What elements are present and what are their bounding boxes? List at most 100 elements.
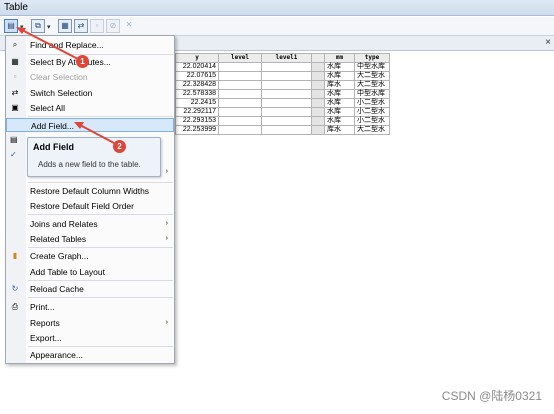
select-by-attributes-button[interactable]: ▦ xyxy=(58,19,72,33)
cell[interactable]: 水库 xyxy=(324,62,355,72)
cell[interactable]: 大二型水 xyxy=(354,125,390,135)
cell[interactable]: 22.020414 xyxy=(175,62,219,72)
cell[interactable]: 水库 xyxy=(324,71,355,81)
cell[interactable] xyxy=(218,125,262,135)
cell[interactable] xyxy=(261,107,312,117)
menu-item-find-replace[interactable]: ⌕ Find and Replace... xyxy=(6,38,174,52)
column-header[interactable]: y xyxy=(175,53,219,63)
related-tables-dropdown-icon[interactable]: ▾ xyxy=(47,23,51,31)
table-row[interactable]: 22.2415 水库 小二型水 xyxy=(175,98,390,108)
menu-item-select-all[interactable]: ▣ Select All xyxy=(6,101,174,115)
close-icon[interactable]: × xyxy=(545,36,551,50)
cell[interactable] xyxy=(311,80,325,90)
table-row[interactable]: 22.578338 水库 中型水库 xyxy=(175,89,390,99)
cell[interactable]: 22.2415 xyxy=(175,98,219,108)
menu-item-label: Joins and Relates xyxy=(30,219,98,229)
cell[interactable] xyxy=(261,116,312,126)
cell[interactable] xyxy=(218,89,262,99)
menu-item-reload-cache[interactable]: ↻ Reload Cache xyxy=(6,282,174,296)
cell[interactable] xyxy=(218,116,262,126)
delete-selected-button[interactable]: ⊘ xyxy=(106,19,120,33)
menu-item-label: Switch Selection xyxy=(30,88,93,98)
table-options-button[interactable]: ▤ xyxy=(4,19,18,33)
cell[interactable]: 22.578338 xyxy=(175,89,219,99)
cell[interactable] xyxy=(311,107,325,117)
cell[interactable] xyxy=(218,98,262,108)
menu-item-select-by-attributes[interactable]: ▦ Select By Attributes... xyxy=(6,55,174,69)
column-header[interactable]: type xyxy=(354,53,390,63)
table-row[interactable]: 22.020414 水库 中型水库 xyxy=(175,62,390,72)
table-row[interactable]: 22.253999 库水 大二型水 xyxy=(175,125,390,135)
cell[interactable]: 大二型水 xyxy=(354,80,390,90)
cell[interactable]: 中型水库 xyxy=(354,62,390,72)
cell[interactable] xyxy=(261,62,312,72)
switch-selection-button[interactable]: ⇄ xyxy=(74,19,88,33)
cell[interactable] xyxy=(311,62,325,72)
menu-item-joins-relates[interactable]: Joins and Relates › xyxy=(6,217,174,231)
menu-item-switch-selection[interactable]: ⇄ Switch Selection xyxy=(6,86,174,100)
cell[interactable]: 水库 xyxy=(324,107,355,117)
menu-item-appearance[interactable]: Appearance... xyxy=(6,348,174,362)
menu-item-export[interactable]: Export... xyxy=(6,331,174,345)
cell[interactable]: 水库 xyxy=(324,116,355,126)
cell[interactable] xyxy=(261,89,312,99)
cell[interactable]: 小二型水 xyxy=(354,98,390,108)
cell[interactable] xyxy=(261,71,312,81)
cell[interactable] xyxy=(261,98,312,108)
menu-item-restore-field-order[interactable]: Restore Default Field Order xyxy=(6,199,174,213)
column-header[interactable]: level xyxy=(218,53,262,63)
menu-item-restore-column-widths[interactable]: Restore Default Column Widths xyxy=(6,184,174,198)
menu-item-print[interactable]: ⎙ Print... xyxy=(6,300,174,314)
cell[interactable]: 小二型水 xyxy=(354,107,390,117)
cell[interactable] xyxy=(311,71,325,81)
cell[interactable] xyxy=(218,71,262,81)
cell[interactable] xyxy=(218,80,262,90)
table-properties-icon: ▤ xyxy=(10,135,18,144)
menu-item-related-tables[interactable]: Related Tables › xyxy=(6,232,174,246)
annotation-badge-2: 2 xyxy=(113,140,126,153)
cell[interactable]: 库水 xyxy=(324,80,355,90)
cell[interactable]: 22.253999 xyxy=(175,125,219,135)
menu-item-label: Select All xyxy=(30,103,65,113)
menu-item-add-field[interactable]: Add Field... xyxy=(6,118,174,132)
column-header[interactable]: level1 xyxy=(261,53,312,63)
table-options-dropdown-icon[interactable]: ▾ xyxy=(20,23,24,31)
cell[interactable]: 22.328428 xyxy=(175,80,219,90)
column-header[interactable] xyxy=(311,53,325,63)
cell[interactable] xyxy=(311,125,325,135)
binoculars-icon: ⌕ xyxy=(12,40,18,49)
clear-selection-button[interactable]: ▫ xyxy=(90,19,104,33)
cell[interactable] xyxy=(311,89,325,99)
menu-item-clear-selection[interactable]: ▫ Clear Selection xyxy=(6,70,174,84)
tooltip-description: Adds a new field to the table. xyxy=(38,160,141,169)
menu-separator xyxy=(28,214,173,215)
cell[interactable]: 小二型水 xyxy=(354,116,390,126)
cell[interactable] xyxy=(311,98,325,108)
cell[interactable]: 大二型水 xyxy=(354,71,390,81)
cell[interactable]: 中型水库 xyxy=(354,89,390,99)
cell[interactable] xyxy=(261,80,312,90)
delete-icon[interactable]: ✕ xyxy=(122,19,136,33)
related-tables-button[interactable]: ⧉ xyxy=(31,19,45,33)
table-row[interactable]: 22.328428 库水 大二型水 xyxy=(175,80,390,90)
cell[interactable]: 水库 xyxy=(324,98,355,108)
menu-item-create-graph[interactable]: ▮ Create Graph... xyxy=(6,249,174,263)
cell[interactable] xyxy=(311,116,325,126)
table-row[interactable]: 22.292117 水库 小二型水 xyxy=(175,107,390,117)
cell[interactable]: 水库 xyxy=(324,89,355,99)
cell[interactable]: 22.292117 xyxy=(175,107,219,117)
cell[interactable] xyxy=(261,125,312,135)
menu-item-reports[interactable]: Reports › xyxy=(6,316,174,330)
table-row[interactable]: 22.293153 水库 小二型水 xyxy=(175,116,390,126)
watermark: CSDN @陆杨0321 xyxy=(441,389,542,403)
cell[interactable] xyxy=(218,62,262,72)
add-field-tooltip: Add Field Adds a new field to the table. xyxy=(27,137,161,177)
cell[interactable]: 22.293153 xyxy=(175,116,219,126)
cell[interactable]: 库水 xyxy=(324,125,355,135)
cell[interactable] xyxy=(218,107,262,117)
table-row[interactable]: 22.07615 水库 大二型水 xyxy=(175,71,390,81)
menu-separator xyxy=(28,182,173,183)
menu-item-add-table-layout[interactable]: Add Table to Layout xyxy=(6,265,174,279)
cell[interactable]: 22.07615 xyxy=(175,71,219,81)
column-header[interactable]: mm xyxy=(324,53,355,63)
